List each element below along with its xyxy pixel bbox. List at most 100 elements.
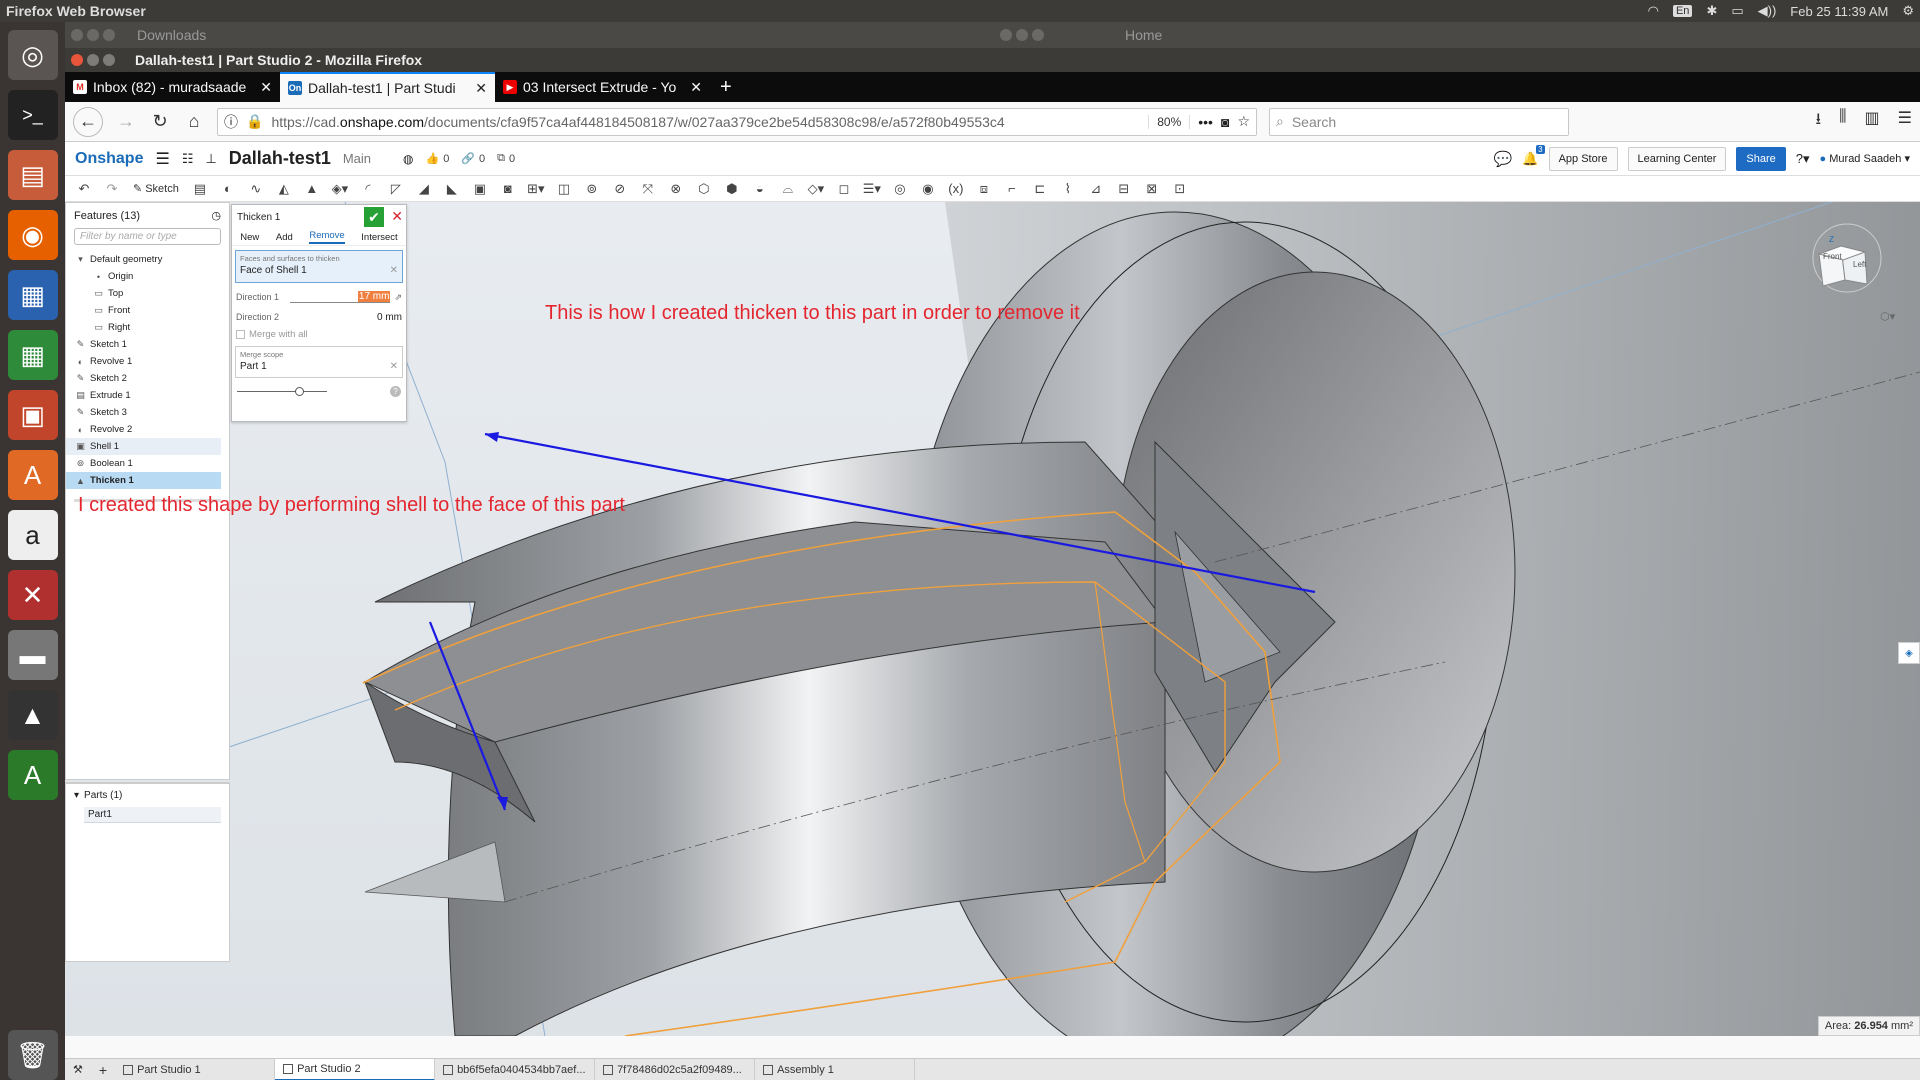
feature-item-extrude-1[interactable]: ▤ Extrude 1 [66, 387, 221, 404]
variable-icon[interactable]: (x) [945, 179, 967, 199]
feature-item-origin[interactable]: • Origin [66, 268, 221, 285]
user-menu[interactable]: ● Murad Saadeh ▾ [1820, 152, 1910, 165]
plane-icon[interactable]: ◇▾ [805, 179, 827, 199]
files-icon[interactable]: ▤ [7, 150, 58, 200]
forward-button[interactable]: → [115, 111, 137, 132]
inkscape-icon[interactable]: ▲ [7, 690, 58, 740]
sheet-metal-icon[interactable]: ⧈ [973, 179, 995, 199]
faces-selection-field[interactable]: Faces and surfaces to thicken Face of Sh… [235, 250, 403, 283]
share-button[interactable]: Share [1736, 146, 1786, 171]
corner-icon[interactable]: ⊿ [1085, 179, 1107, 199]
sidebar-icon[interactable]: ▥ [1865, 108, 1880, 135]
merge-scope-field[interactable]: Merge scope Part 1 ✕ [235, 346, 403, 378]
tab-part-studio-2[interactable]: Part Studio 2 [275, 1058, 436, 1080]
lock-icon[interactable]: 🔒 [246, 113, 263, 130]
writer-icon[interactable]: ▦ [7, 270, 58, 320]
mirror-icon[interactable]: ◫ [553, 179, 575, 199]
sweep-icon[interactable]: ∿ [245, 179, 267, 199]
feature-item-revolve-1[interactable]: ◐ Revolve 1 [66, 353, 221, 370]
replace-face-icon[interactable]: ◒ [749, 179, 771, 199]
feature-item-thicken-1[interactable]: ▲ Thicken 1 [66, 472, 221, 489]
menu-icon[interactable]: ☰ [1898, 108, 1912, 135]
part-item[interactable]: Part1 [84, 807, 221, 823]
ubuntu-dash-icon[interactable]: ◎ [7, 30, 58, 80]
merge-with-all-checkbox[interactable]: Merge with all [232, 327, 406, 342]
boolean-icon[interactable]: ⊚ [581, 179, 603, 199]
chamfer-icon[interactable]: ◸ [385, 179, 407, 199]
redo-icon[interactable]: ↷ [101, 179, 123, 199]
maximize-window-button[interactable] [103, 54, 115, 66]
new-tab-button[interactable]: + [710, 72, 742, 102]
onshape-logo[interactable]: Onshape [75, 150, 143, 168]
feature-item-sketch-3[interactable]: ✎ Sketch 3 [66, 404, 221, 421]
tab-youtube[interactable]: ▶ 03 Intersect Extrude - Yo ✕ [495, 72, 710, 102]
help-icon[interactable]: ?▾ [1796, 151, 1810, 167]
remove-selection-icon[interactable]: ✕ [390, 361, 398, 372]
feature-item-sketch-2[interactable]: ✎ Sketch 2 [66, 370, 221, 387]
home-button[interactable]: ⌂ [183, 111, 205, 132]
add-tab-icon[interactable]: + [91, 1062, 115, 1078]
url-bar[interactable]: ⓘ 🔒 https://cad.onshape.com/documents/cf… [217, 107, 1257, 136]
feature-filter-input[interactable]: Filter by name or type [74, 228, 221, 245]
graphics-area[interactable]: Features (13) ◷ Filter by name or type ▾… [65, 202, 1920, 1036]
close-tab-icon[interactable]: ✕ [475, 80, 487, 97]
preview-slider[interactable]: ? [237, 382, 401, 402]
url-text[interactable]: https://cad.onshape.com/documents/cfa9f5… [271, 114, 1140, 130]
flange-icon[interactable]: ⌐ [1001, 179, 1023, 199]
tab-part-studio-1[interactable]: Part Studio 1 [115, 1058, 276, 1080]
mode-add[interactable]: Add [276, 232, 293, 243]
library-icon[interactable]: ⫼ [1839, 108, 1846, 135]
likes-count[interactable]: 👍 0 [426, 152, 450, 166]
notifications-icon[interactable]: 🔔 3 [1522, 144, 1545, 167]
system-settings-icon[interactable]: ✕ [7, 570, 58, 620]
software-center-icon[interactable]: A [7, 450, 58, 500]
minimize-window-button[interactable] [87, 54, 99, 66]
pattern-icon[interactable]: ⊞▾ [525, 179, 547, 199]
updater-icon[interactable]: A [7, 750, 58, 800]
close-tab-icon[interactable]: ✕ [690, 79, 702, 96]
calc-icon[interactable]: ▦ [7, 330, 58, 380]
loft-icon[interactable]: ◭ [273, 179, 295, 199]
bluetooth-icon[interactable]: ✱ [1706, 3, 1717, 19]
side-panel-toggle-icon[interactable]: ◈ [1898, 642, 1920, 664]
volume-icon[interactable]: ◀)) [1758, 3, 1777, 19]
thicken-icon[interactable]: ▲ [301, 179, 323, 199]
gear-icon[interactable]: ⚙ [1902, 3, 1914, 19]
direction1-input[interactable]: 17 mm [290, 291, 391, 303]
direction2-input[interactable]: 0 mm [302, 312, 402, 323]
delete-part-icon[interactable]: ⊗ [665, 179, 687, 199]
remove-selection-icon[interactable]: ✕ [390, 265, 398, 276]
branch-label[interactable]: Main [343, 151, 371, 166]
revolve-icon[interactable]: ◐ [217, 179, 239, 199]
document-settings-icon[interactable]: ☷ [182, 151, 194, 167]
hole-icon[interactable]: ◙ [497, 179, 519, 199]
transform-icon[interactable]: ⤧ [637, 179, 659, 199]
cancel-button[interactable]: ✕ [391, 208, 403, 225]
back-button[interactable]: ← [73, 106, 103, 137]
hamburger-menu-icon[interactable]: ☰ [155, 149, 169, 169]
amazon-icon[interactable]: a [7, 510, 58, 560]
globe-icon[interactable]: ◍ [403, 152, 413, 166]
learning-center-button[interactable]: Learning Center [1627, 146, 1727, 171]
feature-item-right[interactable]: ▭ Right [66, 319, 221, 336]
flip-direction-icon[interactable]: ⇗ [394, 292, 402, 303]
document-title[interactable]: Dallah-test1 [229, 148, 331, 169]
rib-icon[interactable]: ◣ [441, 179, 463, 199]
feature-item-front[interactable]: ▭ Front [66, 302, 221, 319]
enclose-icon[interactable]: ◈▾ [329, 179, 351, 199]
tab-manager-icon[interactable]: ⚒ [65, 1063, 91, 1076]
tab-image-2[interactable]: 7f78486d02c5a2f09489... [595, 1058, 756, 1080]
bookmark-star-icon[interactable]: ☆ [1237, 113, 1250, 130]
mode-new[interactable]: New [240, 232, 259, 243]
comments-icon[interactable]: 💬 [1494, 150, 1513, 168]
downloads-icon[interactable]: ⭳ [1816, 108, 1822, 135]
accept-button[interactable]: ✔ [364, 207, 384, 227]
feature-item-sketch-1[interactable]: ✎ Sketch 1 [66, 336, 221, 353]
clock[interactable]: Feb 25 11:39 AM [1790, 4, 1888, 19]
add-custom-feature-icon[interactable]: ⊡ [1169, 179, 1191, 199]
close-window-button[interactable] [71, 54, 83, 66]
extrude-icon[interactable]: ▤ [189, 179, 211, 199]
downloads-window-title[interactable]: Downloads [137, 27, 206, 43]
tab-gmail[interactable]: M Inbox (82) - muradsaade ✕ [65, 72, 280, 102]
app-store-button[interactable]: App Store [1548, 146, 1618, 171]
